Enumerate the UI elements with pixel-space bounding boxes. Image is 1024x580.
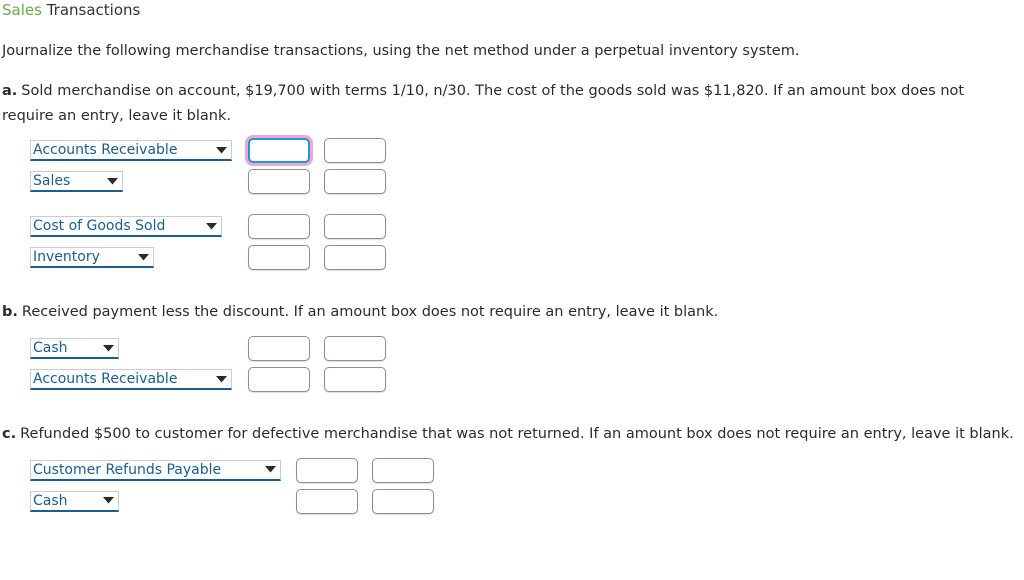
- debit-amount-input[interactable]: [248, 138, 310, 164]
- account-select-label: Cash: [33, 492, 68, 509]
- chevron-down-icon: [102, 339, 115, 357]
- amount-cells: [248, 169, 386, 195]
- journal-row: Cash: [30, 488, 1024, 520]
- journal-entry-a: Accounts Receivable Sales Cost of Goods So…: [30, 138, 1024, 276]
- account-select-label: Cash: [33, 340, 68, 357]
- page-title-keyword: Sales: [2, 1, 42, 19]
- part-text: Refunded $500 to customer for defective …: [20, 426, 1014, 443]
- page-title: Sales Transactions: [0, 0, 1024, 18]
- part-prompt-a: a. Sold merchandise on account, $19,700 w…: [2, 79, 1018, 129]
- exercise-page: Sales Transactions Journalize the follow…: [0, 0, 1024, 520]
- account-select[interactable]: Cash: [30, 338, 119, 360]
- part-prompt-b: b. Received payment less the discount. If…: [2, 300, 1018, 325]
- part-letter: b.: [2, 304, 18, 321]
- account-select[interactable]: Sales: [30, 171, 123, 193]
- account-select[interactable]: Customer Refunds Payable: [30, 459, 281, 481]
- debit-amount-input[interactable]: [296, 488, 358, 514]
- credit-amount-input[interactable]: [324, 367, 386, 393]
- journal-entry-c: Customer Refunds Payable Cash: [30, 457, 1024, 520]
- credit-amount-input[interactable]: [372, 457, 434, 483]
- journal-row: Cash: [30, 336, 1024, 367]
- chevron-down-icon: [264, 461, 277, 479]
- credit-amount-input[interactable]: [324, 336, 386, 362]
- part-letter: c.: [2, 426, 17, 443]
- credit-amount-input[interactable]: [324, 169, 386, 195]
- journal-row: Sales: [30, 169, 1024, 200]
- amount-cells: [248, 138, 386, 164]
- journal-entry-b: Cash Accounts Receivable: [30, 336, 1024, 398]
- chevron-down-icon: [205, 217, 218, 235]
- chevron-down-icon: [106, 172, 119, 190]
- credit-amount-input[interactable]: [324, 138, 386, 164]
- amount-cells: [296, 457, 434, 483]
- debit-amount-input[interactable]: [248, 169, 310, 195]
- chevron-down-icon: [137, 248, 150, 266]
- part-prompt-c: c. Refunded $500 to customer for defectiv…: [2, 422, 1018, 447]
- debit-amount-input[interactable]: [248, 245, 310, 271]
- amount-cells: [248, 367, 386, 393]
- debit-amount-input[interactable]: [248, 367, 310, 393]
- account-select-label: Inventory: [33, 249, 100, 266]
- parts-container: a. Sold merchandise on account, $19,700 w…: [0, 79, 1024, 520]
- journal-row: Customer Refunds Payable: [30, 457, 1024, 489]
- journal-row: Accounts Receivable: [30, 367, 1024, 398]
- account-select-label: Cost of Goods Sold: [33, 218, 166, 235]
- credit-amount-input[interactable]: [324, 245, 386, 271]
- journal-row: Accounts Receivable: [30, 138, 1024, 169]
- chevron-down-icon: [215, 370, 228, 388]
- amount-cells: [248, 214, 386, 240]
- part-letter: a.: [2, 83, 18, 100]
- credit-amount-input[interactable]: [324, 214, 386, 240]
- journal-row: Inventory: [30, 245, 1024, 276]
- part-text: Sold merchandise on account, $19,700 wit…: [2, 83, 965, 125]
- chevron-down-icon: [215, 141, 228, 159]
- journal-row: Cost of Goods Sold: [30, 214, 1024, 245]
- account-select-label: Accounts Receivable: [33, 142, 178, 159]
- part-text: Received payment less the discount. If a…: [21, 304, 719, 321]
- debit-amount-input[interactable]: [296, 457, 358, 483]
- debit-amount-input[interactable]: [248, 336, 310, 362]
- amount-cells: [248, 245, 386, 271]
- account-select[interactable]: Accounts Receivable: [30, 369, 232, 391]
- debit-amount-input[interactable]: [248, 214, 310, 240]
- account-select-label: Customer Refunds Payable: [33, 461, 222, 478]
- account-select[interactable]: Cash: [30, 490, 119, 512]
- entry-group-spacer: [30, 200, 1024, 214]
- credit-amount-input[interactable]: [372, 488, 434, 514]
- account-select[interactable]: Cost of Goods Sold: [30, 216, 222, 238]
- page-title-rest: Transactions: [41, 1, 141, 19]
- account-select-label: Accounts Receivable: [33, 371, 178, 388]
- account-select[interactable]: Accounts Receivable: [30, 140, 232, 162]
- amount-cells: [296, 488, 434, 514]
- instructions: Journalize the following merchandise tra…: [2, 43, 800, 59]
- account-select-label: Sales: [33, 173, 71, 190]
- amount-cells: [248, 336, 386, 362]
- chevron-down-icon: [102, 492, 115, 510]
- account-select[interactable]: Inventory: [30, 247, 154, 269]
